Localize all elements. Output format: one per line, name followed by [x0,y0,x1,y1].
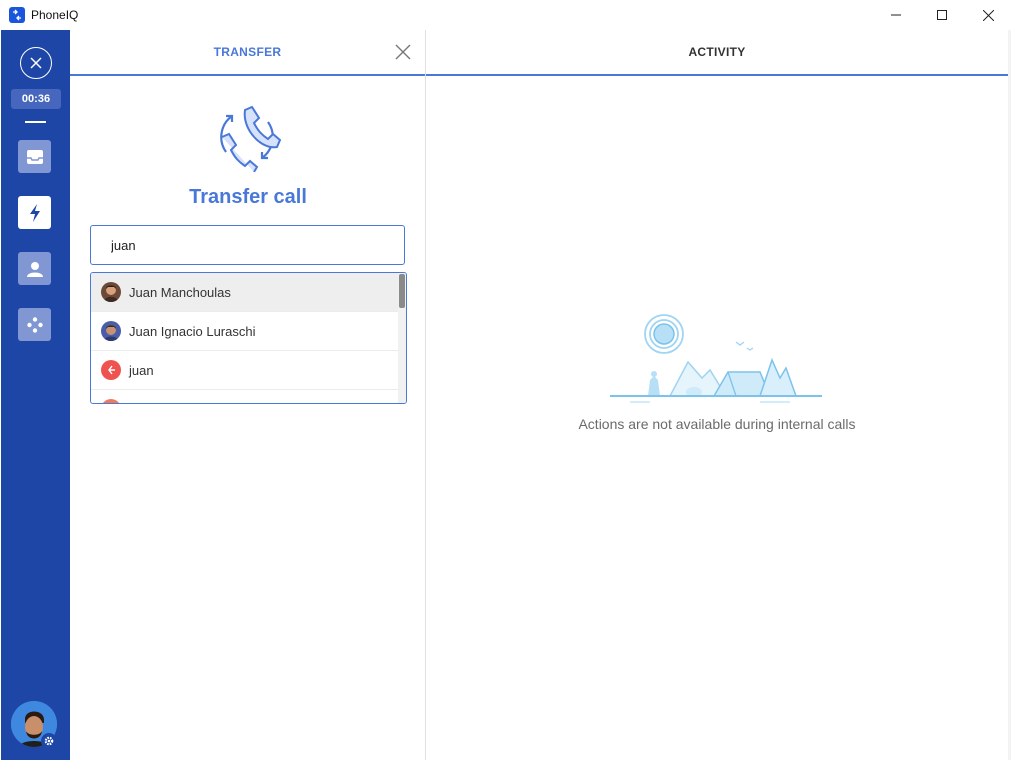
gear-icon [44,736,54,746]
inbox-icon [26,149,43,164]
call-timer: 00:36 [11,89,61,109]
maximize-icon [937,10,947,20]
title-bar: PhoneIQ [0,0,1011,30]
result-item[interactable] [91,390,400,403]
result-item[interactable]: Juan Manchoulas [91,273,400,312]
transfer-search-input[interactable] [90,225,405,265]
result-item[interactable]: juan [91,351,400,390]
sidebar: 00:36 [1,30,70,760]
transfer-header-title: TRANSFER [213,45,282,59]
settings-button[interactable] [41,733,57,749]
sidebar-item-inbox[interactable] [18,140,51,173]
results-scrollbar[interactable] [398,273,406,403]
activity-header: ACTIVITY [426,30,1008,76]
camping-illustration-icon [610,314,822,403]
transfer-panel: TRANSFER Transfer call Juan Manchoulas J… [70,30,426,760]
result-name: juan [129,362,154,378]
transfer-title: Transfer call [189,186,307,208]
sidebar-divider [25,121,46,123]
sidebar-item-dialpad[interactable] [18,308,51,341]
sidebar-item-contacts[interactable] [18,252,51,285]
transfer-header: TRANSFER [70,30,425,76]
maximize-button[interactable] [919,0,965,30]
scrollbar-thumb[interactable] [399,274,405,308]
result-item[interactable]: Juan Ignacio Luraschi [91,312,400,351]
close-icon [982,9,994,21]
transfer-call-icon [220,105,282,172]
activity-panel: ACTIVITY Actions are not available durin… [426,30,1008,760]
search-results-list: Juan Manchoulas Juan Ignacio Luraschi ju… [90,272,407,404]
minimize-icon [891,14,901,16]
close-panel-icon[interactable] [395,44,411,60]
app-logo-icon [9,7,25,23]
lightning-icon [29,203,40,222]
activity-header-title: ACTIVITY [688,45,746,59]
group-avatar [101,360,121,380]
contact-icon [26,261,43,277]
contact-avatar [101,282,121,302]
sidebar-item-actions[interactable] [18,196,51,229]
close-window-button[interactable] [965,0,1011,30]
minimize-button[interactable] [873,0,919,30]
window-title: PhoneIQ [31,8,79,22]
dialpad-icon [26,316,43,333]
end-call-button[interactable] [20,47,52,79]
group-avatar [101,399,121,403]
result-name: Juan Manchoulas [129,284,231,300]
close-circle-icon [30,57,42,69]
result-name: Juan Ignacio Luraschi [129,323,256,339]
window-controls [873,0,1011,30]
contact-avatar [101,321,121,341]
split-icon [108,365,115,375]
empty-state-message: Actions are not available during interna… [578,416,856,432]
